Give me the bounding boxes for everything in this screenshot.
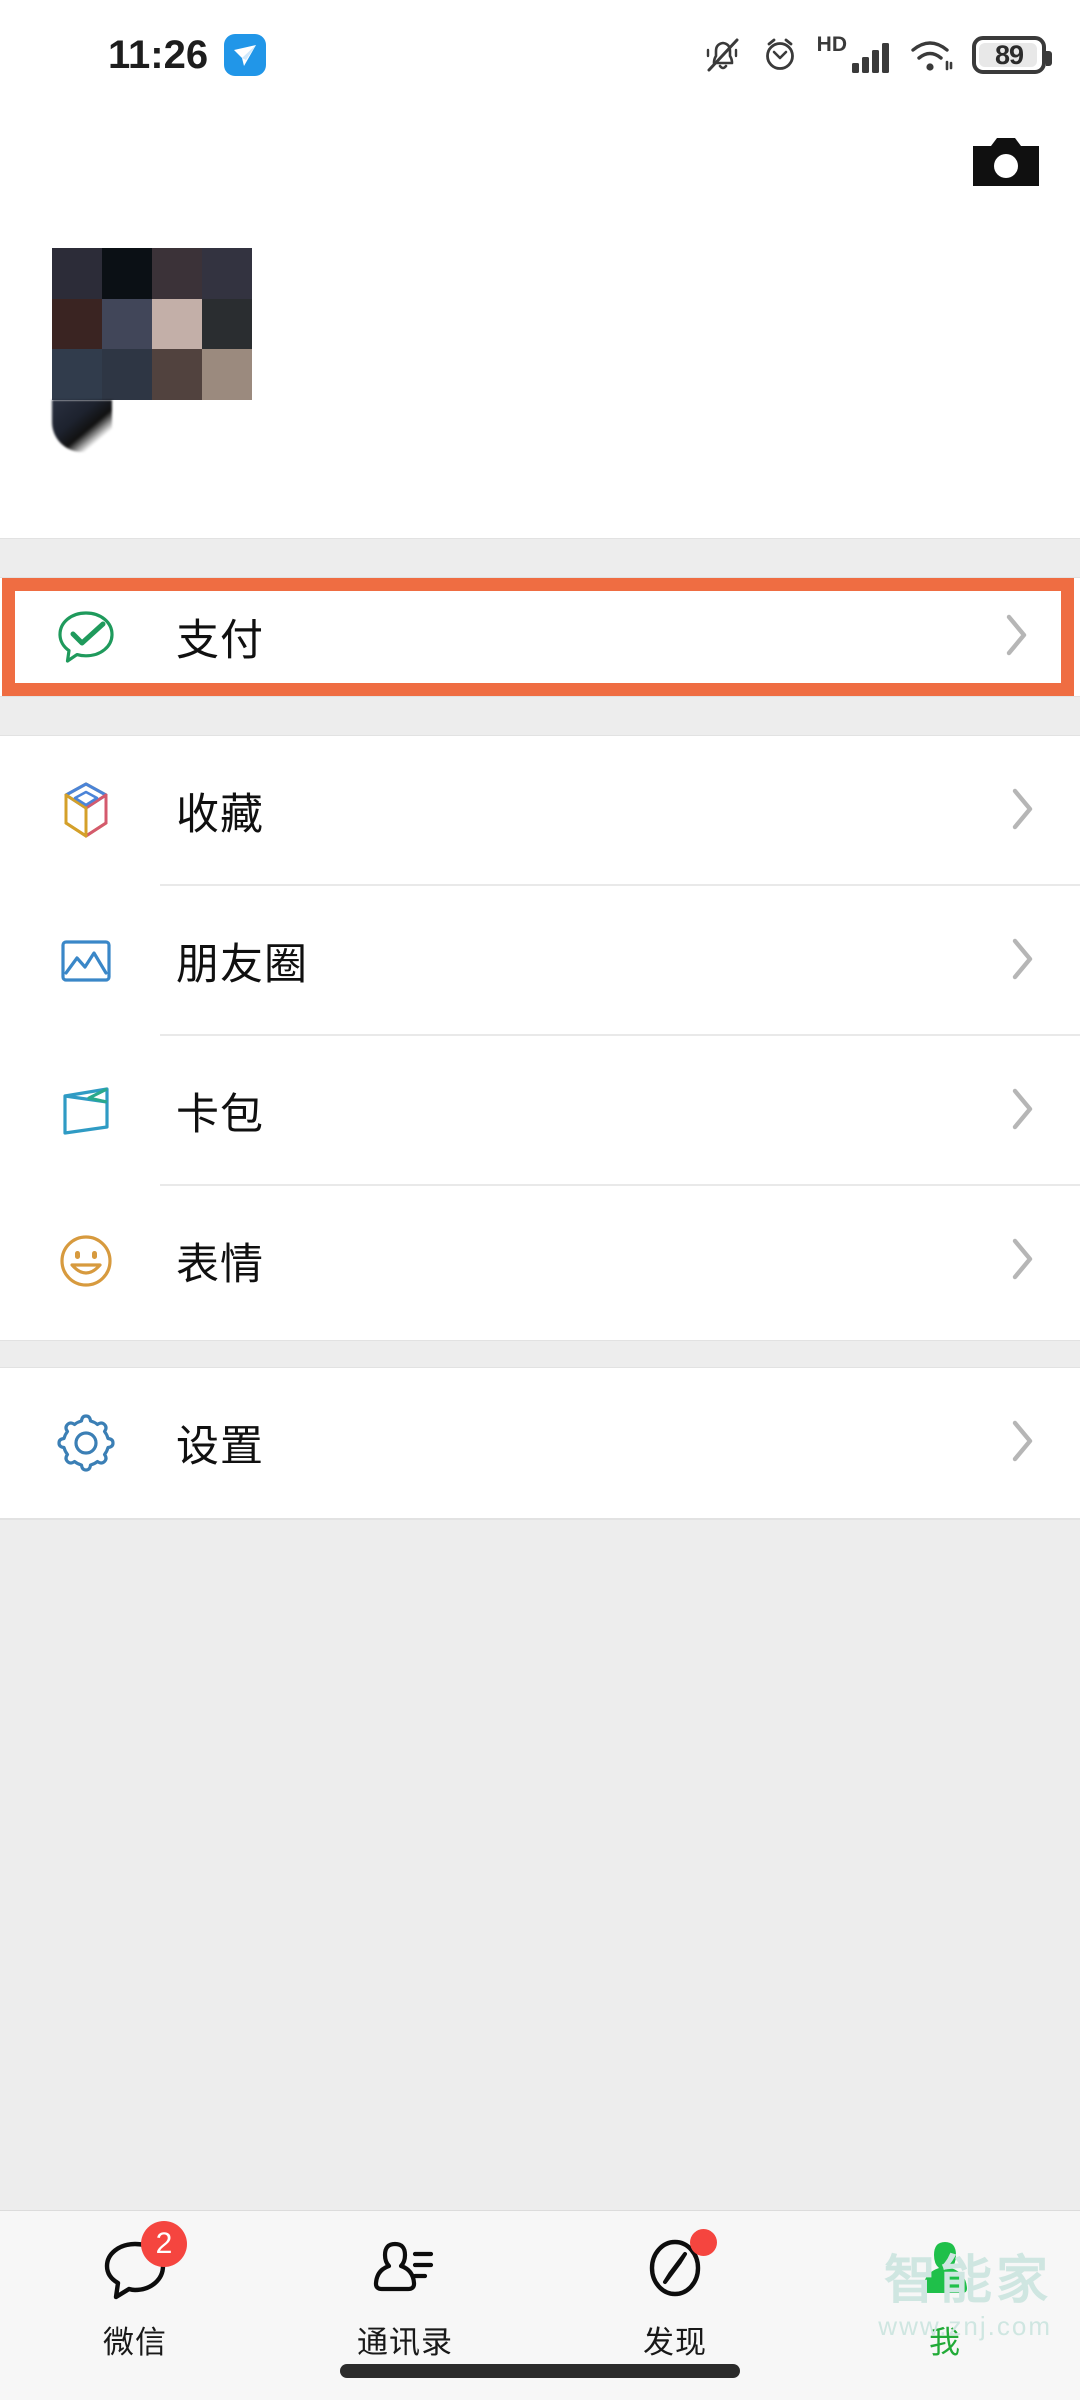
notification-dot-discover (690, 2229, 717, 2256)
section-gap (0, 696, 1080, 736)
mute-bell-icon (703, 34, 743, 76)
chevron-right-icon (1010, 1418, 1036, 1469)
badge-wechat: 2 (141, 2221, 187, 2267)
chevron-right-icon (1010, 1086, 1036, 1137)
avatar-block (102, 349, 152, 400)
alarm-clock-icon (760, 34, 800, 76)
favorites-box-icon (52, 777, 120, 845)
settings-section: 设置 (0, 1368, 1080, 1518)
avatar-block (152, 248, 202, 299)
avatar-block (52, 248, 102, 299)
status-bar: 11:26 HD 89 (0, 0, 1080, 110)
tab-contacts[interactable]: 通讯录 (270, 2231, 540, 2362)
menu-label-settings: 设置 (176, 1423, 264, 1471)
tab-wechat[interactable]: 2 微信 (0, 2221, 270, 2362)
tab-discover[interactable]: 发现 (540, 2229, 810, 2362)
compass-icon (637, 2229, 717, 2307)
avatar-block (152, 349, 202, 400)
status-bar-left: 11:26 (108, 32, 267, 78)
menu-row-cards[interactable]: 卡包 (0, 1036, 1080, 1186)
wifi-icon (909, 34, 955, 76)
menu-row-favorites[interactable]: 收藏 (0, 736, 1080, 886)
section-gap (0, 538, 1080, 578)
tab-label-wechat: 微信 (103, 2325, 167, 2360)
stickers-smiley-icon (52, 1227, 120, 1295)
gear-icon (52, 1409, 120, 1477)
chevron-right-icon (1010, 936, 1036, 987)
section-gap (0, 1340, 1080, 1368)
status-bar-clock: 11:26 (108, 32, 209, 77)
tab-label-contacts: 通讯录 (357, 2325, 453, 2360)
menu-row-stickers[interactable]: 表情 (0, 1186, 1080, 1336)
avatar-block (202, 349, 252, 400)
menu-label-cards: 卡包 (176, 1091, 264, 1139)
person-icon (907, 2231, 983, 2307)
avatar[interactable] (52, 248, 252, 400)
menu-row-settings[interactable]: 设置 (0, 1368, 1080, 1518)
avatar-block (52, 298, 102, 350)
payment-check-bubble-icon (52, 603, 120, 671)
content-section: 收藏 朋友圈 卡包 表情 (0, 736, 1080, 1340)
battery-level: 89 (994, 39, 1024, 70)
camera-button[interactable] (970, 128, 1042, 200)
avatar-block (152, 298, 202, 350)
menu-row-pay-content[interactable]: 支付 (15, 591, 1061, 683)
chevron-right-icon (1004, 612, 1030, 663)
avatar-block (202, 248, 252, 299)
paper-plane-icon (224, 34, 267, 76)
cards-wallet-icon (52, 1077, 120, 1145)
menu-label-moments: 朋友圈 (176, 941, 308, 989)
chevron-right-icon (1010, 1236, 1036, 1287)
status-bar-right: HD 89 (703, 34, 1052, 77)
menu-label-favorites: 收藏 (176, 791, 264, 839)
avatar-block (102, 248, 152, 299)
menu-label-stickers: 表情 (176, 1241, 264, 1289)
camera-icon (973, 134, 1039, 195)
tab-label-me: 我 (929, 2325, 961, 2360)
moments-photo-icon (52, 927, 120, 995)
contacts-icon (367, 2231, 443, 2307)
battery-indicator: 89 (972, 36, 1052, 74)
chevron-right-icon (1010, 786, 1036, 837)
avatar-block (102, 298, 152, 350)
menu-label-pay: 支付 (176, 617, 264, 665)
hd-label: HD (816, 32, 847, 56)
profile-block[interactable] (0, 220, 1080, 538)
avatar-block (202, 298, 252, 350)
avatar-block (52, 349, 102, 400)
page-header (0, 110, 1080, 220)
tab-me[interactable]: 我 (810, 2231, 1080, 2362)
tab-label-discover: 发现 (643, 2325, 707, 2360)
wechat-me-screen: 11:26 HD 89 支付 收藏 朋友圈 卡包 表情 设置 2 微信 通讯录 … (0, 0, 1080, 2400)
menu-row-moments[interactable]: 朋友圈 (0, 886, 1080, 1036)
bottom-tab-bar: 2 微信 通讯录 发现 我 (0, 2210, 1080, 2400)
avatar-artifact (52, 400, 112, 452)
home-indicator[interactable] (340, 2364, 740, 2378)
chat-bubble-icon: 2 (97, 2221, 187, 2307)
hd-signal-icon: HD (817, 34, 892, 77)
